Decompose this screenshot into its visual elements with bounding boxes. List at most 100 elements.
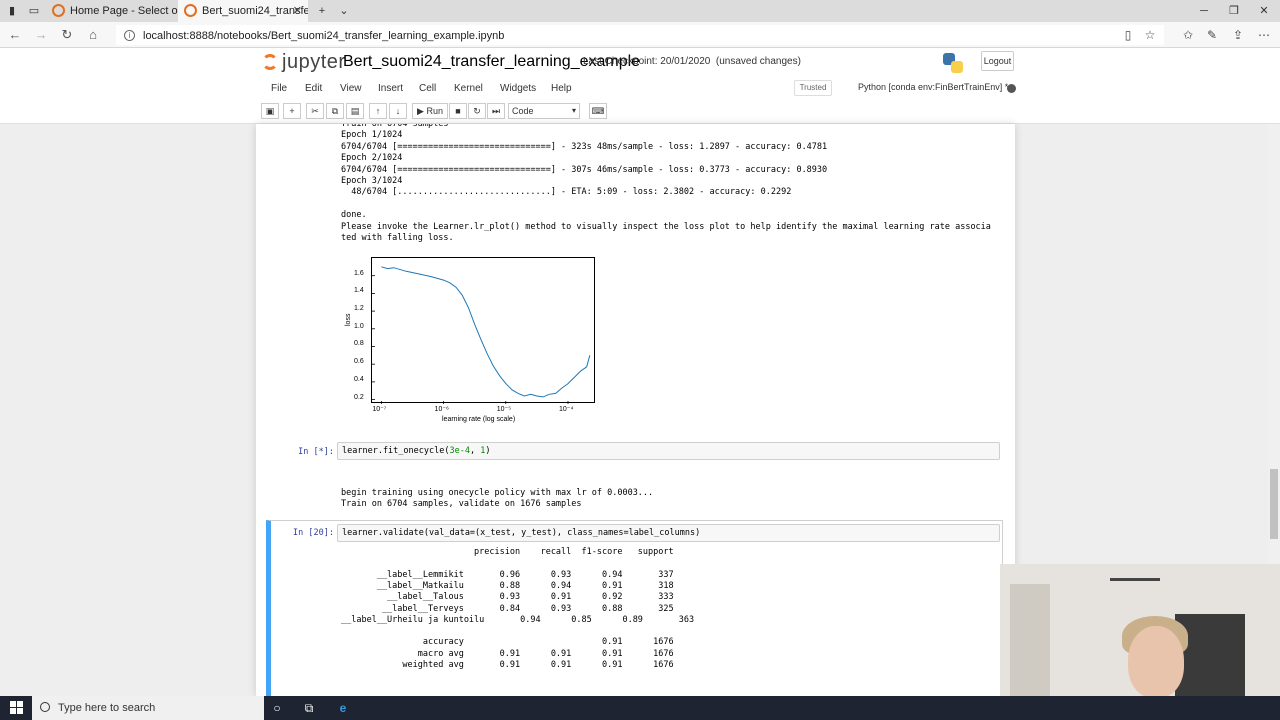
kernel-name[interactable]: Python [conda env:FinBertTrainEnv] * <box>858 82 1008 92</box>
report-row: accuracy 0.91 1676 <box>341 637 674 648</box>
report-row: __label__Talous 0.93 0.91 0.92 333 <box>341 592 674 603</box>
menu-insert[interactable]: Insert <box>378 82 403 96</box>
pen-icon[interactable]: ✎ <box>1204 27 1220 43</box>
tabs-aside-icon[interactable]: ▭ <box>26 3 42 19</box>
menu-widgets[interactable]: Widgets <box>500 82 536 96</box>
favorites-icon[interactable]: ✩ <box>1180 27 1196 43</box>
copy-icon[interactable]: ⧉ <box>326 103 344 119</box>
save-icon[interactable]: ▣ <box>261 103 279 119</box>
code-number: 3e-4 <box>449 446 470 456</box>
report-row: __label__Lemmikit 0.96 0.93 0.94 337 <box>341 569 674 580</box>
favorite-star-icon[interactable]: ☆ <box>1142 27 1158 43</box>
output-line: Epoch 1/1024 <box>341 130 403 141</box>
fast-forward-icon[interactable]: ⏭ <box>487 103 505 119</box>
keyboard-icon[interactable]: ⌨ <box>589 103 607 119</box>
x-tick-label: 10⁻⁶ <box>434 406 449 413</box>
forward-icon[interactable]: → <box>32 26 50 44</box>
taskbar: Type here to search ○ ⧉ e <box>0 696 1280 720</box>
code-part: ) <box>485 446 491 456</box>
restore-icon[interactable]: ❐ <box>1218 0 1250 22</box>
search-icon <box>40 702 50 712</box>
x-tick-label: 10⁻⁴ <box>559 406 574 413</box>
run-label: Run <box>426 106 443 116</box>
output-line: 6704/6704 [=============================… <box>341 164 828 175</box>
tab-title: Home Page - Select or creat <box>70 5 178 17</box>
lr-plot <box>371 257 595 404</box>
y-tick-label: 0.2 <box>354 393 364 401</box>
cell-type-select[interactable]: Code ▾ <box>508 103 580 119</box>
output-line: Train on 6704 samples, validate on 1676 … <box>341 499 582 509</box>
reading-view-icon[interactable]: ▯ <box>1120 27 1136 43</box>
y-tick-label: 0.4 <box>354 375 364 383</box>
cell-prompt: In [*]: <box>298 447 334 457</box>
code-cell-input[interactable]: learner.validate(val_data=(x_test, y_tes… <box>337 524 1000 542</box>
menu-view[interactable]: View <box>340 82 362 96</box>
share-icon[interactable]: ⇪ <box>1230 27 1246 43</box>
y-tick-label: 0.8 <box>354 340 364 348</box>
taskbar-search[interactable]: Type here to search <box>32 696 264 720</box>
home-icon[interactable]: ⌂ <box>84 26 102 44</box>
minimize-icon[interactable]: ─ <box>1188 0 1220 22</box>
jupyter-favicon-icon <box>184 4 197 17</box>
info-icon: i <box>124 30 135 41</box>
move-down-icon[interactable]: ↓ <box>389 103 407 119</box>
kernel-busy-icon <box>1007 84 1016 93</box>
restart-icon[interactable]: ↻ <box>468 103 486 119</box>
menu-cell[interactable]: Cell <box>419 82 436 96</box>
cortana-icon[interactable]: ○ <box>269 700 285 716</box>
report-row: __label__Matkailu 0.88 0.94 0.91 318 <box>341 580 674 591</box>
url-field[interactable]: i localhost:8888/notebooks/Bert_suomi24_… <box>116 25 1164 45</box>
checkpoint-status: Last Checkpoint: 20/01/2020 (unsaved cha… <box>583 56 801 67</box>
notebook-container: Train on 6704 samples Epoch 1/1024 6704/67… <box>256 124 1015 696</box>
window-menu-icon[interactable]: ▮ <box>4 3 20 19</box>
windows-start-icon[interactable] <box>10 701 24 715</box>
y-tick-label: 1.6 <box>354 269 364 277</box>
code-cell-input[interactable]: learner.fit_onecycle(3e-4, 1) <box>337 442 1000 460</box>
report-row: macro avg 0.91 0.91 0.91 1676 <box>341 648 674 659</box>
task-view-icon[interactable]: ⧉ <box>301 700 317 716</box>
menu-edit[interactable]: Edit <box>305 82 322 96</box>
url-text: localhost:8888/notebooks/Bert_suomi24_tr… <box>143 30 505 42</box>
x-tick-label: 10⁻⁵ <box>496 406 512 413</box>
new-tab-icon[interactable]: + <box>314 3 330 19</box>
output-line: begin training using onecycle policy wit… <box>341 488 654 498</box>
logout-button[interactable]: Logout <box>981 51 1014 71</box>
menu-kernel[interactable]: Kernel <box>454 82 483 96</box>
code-part: , <box>469 446 481 456</box>
tab-home-page[interactable]: Home Page - Select or creat <box>46 0 178 22</box>
close-window-icon[interactable]: ✕ <box>1248 0 1280 22</box>
paste-icon[interactable]: ▤ <box>346 103 364 119</box>
report-row: __label__Terveys 0.84 0.93 0.88 325 <box>341 603 674 614</box>
jupyter-favicon-icon <box>52 4 65 17</box>
more-icon[interactable]: ⋯ <box>1256 27 1272 43</box>
menu-file[interactable]: File <box>271 82 287 96</box>
trusted-indicator[interactable]: Trusted <box>794 80 832 96</box>
loss-series-line <box>381 266 591 398</box>
chevron-down-icon[interactable]: ⌄ <box>336 3 352 19</box>
edge-icon[interactable]: e <box>335 700 351 716</box>
run-button[interactable]: ▶ Run <box>412 103 448 119</box>
y-tick-label: 1.4 <box>354 287 364 295</box>
output-line: Train on 6704 samples <box>341 124 449 129</box>
lr-plot-svg <box>372 266 591 404</box>
output-line: done. <box>341 210 367 221</box>
code-part: learner.fit_onecycle( <box>342 446 450 456</box>
move-up-icon[interactable]: ↑ <box>369 103 387 119</box>
stop-icon[interactable]: ■ <box>449 103 467 119</box>
logo-text: jupyter <box>282 51 346 73</box>
scrollbar-thumb[interactable] <box>1270 469 1278 539</box>
x-tick-label: 10⁻⁷ <box>372 406 387 413</box>
menu-help[interactable]: Help <box>551 82 572 96</box>
python-logo-icon <box>943 53 963 73</box>
close-tab-icon[interactable]: ✕ <box>293 0 302 22</box>
chevron-down-icon: ▾ <box>571 106 576 115</box>
add-cell-icon[interactable]: + <box>283 103 301 119</box>
report-row: __label__Urheilu ja kuntoilu 0.94 0.85 0… <box>341 614 695 625</box>
refresh-icon[interactable]: ↻ <box>58 26 76 44</box>
tab-notebook[interactable]: Bert_suomi24_transfer_l ✕ <box>178 0 308 22</box>
output-line: Please invoke the Learner.lr_plot() meth… <box>341 221 991 232</box>
x-axis-label: learning rate (log scale) <box>442 416 516 423</box>
cell-prompt: In [20]: <box>293 528 334 538</box>
cut-icon[interactable]: ✂ <box>306 103 324 119</box>
back-icon[interactable]: ← <box>6 26 24 44</box>
